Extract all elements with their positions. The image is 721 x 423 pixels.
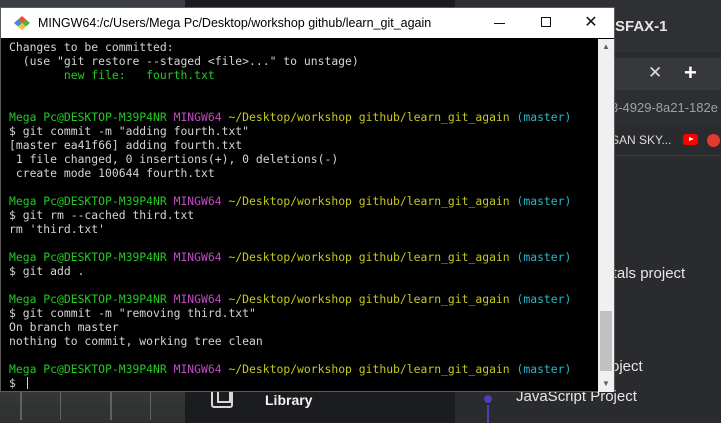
terminal-line: Mega Pc@DESKTOP-M39P4NR MINGW64 ~/Deskto…: [9, 362, 597, 376]
window-titlebar[interactable]: MINGW64:/c/Users/Mega Pc/Desktop/worksho…: [1, 8, 614, 38]
terminal-line: $ git commit -m "removing third.txt": [9, 306, 597, 320]
terminal-text: ~/Desktop/workshop github/learn_git_agai…: [228, 292, 510, 306]
text-cursor: [26, 377, 28, 389]
terminal-line: $: [9, 376, 597, 390]
terminal-text: Mega Pc@DESKTOP-M39P4NR: [9, 110, 167, 124]
vertical-scrollbar[interactable]: ▲ ▼: [598, 39, 614, 392]
terminal-text: Mega Pc@DESKTOP-M39P4NR: [9, 362, 167, 376]
git-bash-diamond-icon: [14, 16, 30, 30]
scrollbar-thumb[interactable]: [600, 311, 612, 371]
terminal-line: new file: fourth.txt: [9, 68, 597, 82]
terminal-text: Mega Pc@DESKTOP-M39P4NR: [9, 250, 167, 264]
terminal-line: (use "git restore --staged <file>..." to…: [9, 54, 597, 68]
timeline-line: [487, 405, 489, 423]
terminal-text: ~/Desktop/workshop github/learn_git_agai…: [228, 250, 510, 264]
terminal-line: $ git rm --cached third.txt: [9, 208, 597, 222]
library-nav-label[interactable]: Library: [265, 392, 312, 408]
terminal-text: $ git commit -m "removing third.txt": [9, 306, 256, 320]
terminal-line: $ git commit -m "adding fourth.txt": [9, 124, 597, 138]
maximize-icon: [541, 17, 551, 27]
terminal-text: rm 'third.txt': [9, 222, 106, 236]
terminal-text: nothing to commit, working tree clean: [9, 334, 263, 348]
terminal-text: (master): [516, 194, 572, 208]
scroll-up-icon[interactable]: ▲: [598, 39, 614, 55]
terminal-text: (master): [516, 292, 572, 306]
terminal-text: MINGW64: [173, 362, 222, 376]
terminal-text: (master): [516, 362, 572, 376]
bookmark-red-icon[interactable]: [707, 134, 720, 147]
terminal-text: [master ea41f66] adding fourth.txt: [9, 138, 243, 152]
terminal-text: create mode 100644 fourth.txt: [9, 166, 215, 180]
bookmark-item[interactable]: SAN SKY...: [611, 133, 671, 147]
terminal-line: $ git add .: [9, 264, 597, 278]
terminal-text: ~/Desktop/workshop github/learn_git_agai…: [228, 194, 510, 208]
terminal-text: MINGW64: [173, 292, 222, 306]
project-item[interactable]: oject: [611, 358, 643, 375]
terminal-line: create mode 100644 fourth.txt: [9, 166, 597, 180]
browser-tab-title[interactable]: SFAX-1: [615, 18, 668, 35]
terminal-text: $ git rm --cached third.txt: [9, 208, 195, 222]
terminal-line: nothing to commit, working tree clean: [9, 334, 597, 348]
terminal-text: (use "git restore --staged <file>..." to…: [9, 54, 359, 68]
close-icon: ✕: [584, 14, 598, 31]
terminal-text: $ git add .: [9, 264, 85, 278]
window-title: MINGW64:/c/Users/Mega Pc/Desktop/worksho…: [38, 16, 432, 30]
terminal-text: MINGW64: [173, 110, 222, 124]
close-button[interactable]: ✕: [568, 8, 614, 38]
terminal-text: MINGW64: [173, 194, 222, 208]
terminal-line: 1 file changed, 0 insertions(+), 0 delet…: [9, 152, 597, 166]
terminal-line: Mega Pc@DESKTOP-M39P4NR MINGW64 ~/Deskto…: [9, 292, 597, 306]
new-tab-icon[interactable]: +: [684, 60, 697, 86]
youtube-icon[interactable]: [683, 134, 698, 145]
terminal-line: On branch master: [9, 320, 597, 334]
terminal-text: 1 file changed, 0 insertions(+), 0 delet…: [9, 152, 339, 166]
terminal-line: Mega Pc@DESKTOP-M39P4NR MINGW64 ~/Deskto…: [9, 194, 597, 208]
terminal-line: rm 'third.txt': [9, 222, 597, 236]
timeline-dot: [484, 395, 492, 403]
terminal-text: (master): [516, 250, 572, 264]
terminal-text: $ git commit -m "adding fourth.txt": [9, 124, 250, 138]
minimize-icon: [494, 23, 505, 24]
address-bar-url[interactable]: 3-4929-8a21-182e: [611, 100, 718, 115]
terminal-output[interactable]: Changes to be committed: (use "git resto…: [9, 40, 597, 392]
terminal-text: (master): [516, 110, 572, 124]
terminal-text: new file: fourth.txt: [9, 68, 215, 82]
terminal-line: [master ea41f66] adding fourth.txt: [9, 138, 597, 152]
tab-close-icon[interactable]: ✕: [648, 63, 662, 83]
terminal-line: Mega Pc@DESKTOP-M39P4NR MINGW64 ~/Deskto…: [9, 110, 597, 124]
terminal-text: $: [9, 376, 23, 390]
terminal-text: MINGW64: [173, 250, 222, 264]
maximize-button[interactable]: [523, 8, 569, 38]
minimize-button[interactable]: [477, 8, 523, 38]
scroll-down-icon[interactable]: ▼: [598, 376, 614, 392]
terminal-window[interactable]: MINGW64:/c/Users/Mega Pc/Desktop/worksho…: [0, 7, 615, 392]
terminal-text: ~/Desktop/workshop github/learn_git_agai…: [228, 110, 510, 124]
terminal-line: Mega Pc@DESKTOP-M39P4NR MINGW64 ~/Deskto…: [9, 250, 597, 264]
terminal-text: On branch master: [9, 320, 119, 334]
terminal-line: Changes to be committed:: [9, 40, 597, 54]
terminal-text: Mega Pc@DESKTOP-M39P4NR: [9, 292, 167, 306]
terminal-text: ~/Desktop/workshop github/learn_git_agai…: [228, 362, 510, 376]
terminal-text: Changes to be committed:: [9, 40, 174, 54]
terminal-text: Mega Pc@DESKTOP-M39P4NR: [9, 194, 167, 208]
